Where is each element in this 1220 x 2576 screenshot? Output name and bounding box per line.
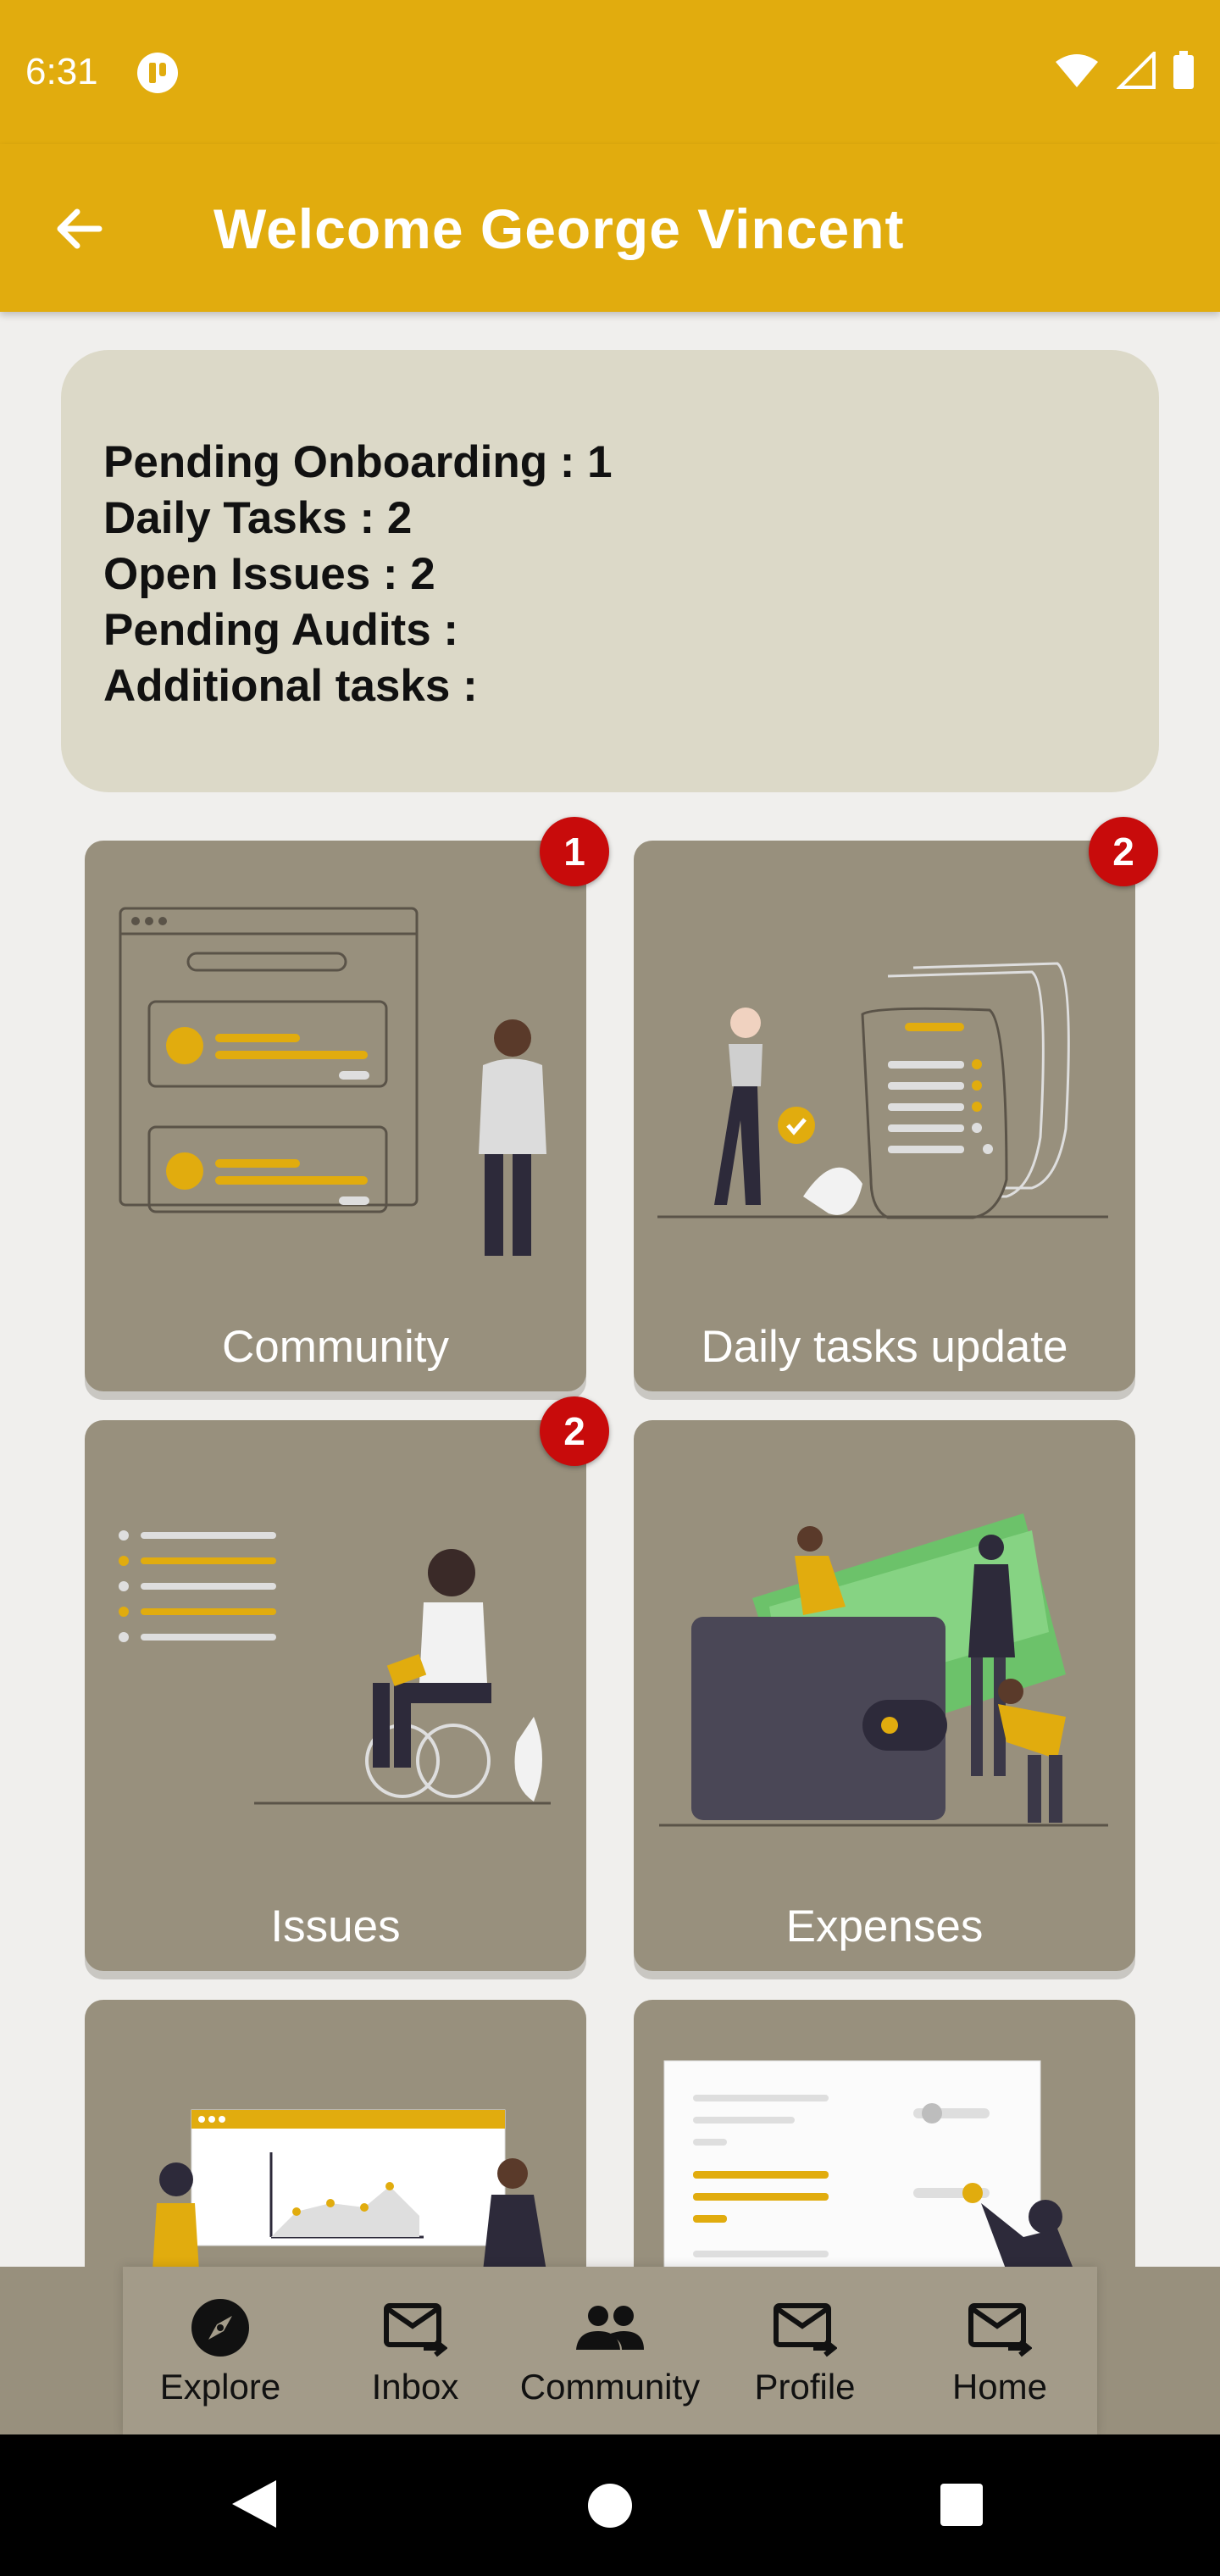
status-icons — [1054, 51, 1195, 90]
expenses-illustration — [659, 1513, 1108, 1827]
summary-open-issues: Open Issues : 2 — [103, 549, 435, 599]
summary-pending-audits: Pending Audits : — [103, 605, 459, 655]
tile-label: Daily tasks update — [701, 1322, 1068, 1372]
notification-badge: 2 — [1089, 817, 1158, 886]
cell-signal-icon — [1117, 52, 1156, 89]
notification-badge: 1 — [540, 817, 609, 886]
nav-label: Home — [951, 2367, 1048, 2407]
form-settings-illustration — [663, 2060, 1074, 2271]
nav-label: Community — [519, 2367, 701, 2407]
system-back-icon[interactable] — [229, 2477, 280, 2531]
chart-presentation-illustration — [152, 2109, 546, 2271]
people-icon — [576, 2306, 644, 2350]
arrow-left-icon — [57, 208, 103, 249]
tile-daily-tasks[interactable]: Daily tasks update — [634, 841, 1135, 1391]
compass-icon — [191, 2299, 249, 2357]
app-notification-icon — [137, 53, 178, 93]
nav-item-inbox[interactable]: Inbox — [318, 2267, 513, 2434]
nav-item-home[interactable]: Home — [902, 2267, 1097, 2434]
battery-icon — [1173, 51, 1194, 89]
bottom-navigation-bar: Explore Inbox Community Profile Home — [123, 2267, 1097, 2434]
status-time: 6:31 — [25, 51, 98, 92]
issues-illustration — [119, 1530, 551, 1805]
page-title: Welcome George Vincent — [214, 197, 905, 260]
system-home-icon[interactable] — [586, 2482, 634, 2529]
summary-additional-tasks: Additional tasks : — [103, 661, 478, 711]
summary-card: Pending Onboarding : 1 Daily Tasks : 2 O… — [61, 350, 1159, 792]
nav-item-explore[interactable]: Explore — [123, 2267, 318, 2434]
tile-label: Issues — [270, 1901, 401, 1951]
back-button[interactable] — [47, 195, 114, 263]
app-bar: Welcome George Vincent — [0, 144, 1220, 312]
nav-label: Explore — [159, 2367, 281, 2407]
tile-expenses[interactable]: Expenses — [634, 1420, 1135, 1971]
system-recents-icon[interactable] — [939, 2482, 984, 2528]
status-bar: 6:31 — [0, 0, 1220, 144]
nav-label: Inbox — [371, 2367, 459, 2407]
tile-issues[interactable]: Issues — [85, 1420, 586, 1971]
system-navigation-bar — [0, 2434, 1220, 2576]
notification-badge: 2 — [540, 1396, 609, 1466]
mail-forward-icon — [774, 2303, 837, 2357]
mail-forward-icon — [384, 2303, 447, 2357]
summary-pending-onboarding: Pending Onboarding : 1 — [103, 437, 613, 487]
community-illustration — [119, 907, 546, 1256]
daily-tasks-illustration — [657, 962, 1108, 1219]
tile-label: Community — [221, 1322, 449, 1372]
summary-daily-tasks: Daily Tasks : 2 — [103, 493, 413, 543]
nav-item-community[interactable]: Community — [513, 2267, 707, 2434]
bottom-navigation: Explore Inbox Community Profile Home — [0, 2267, 1220, 2434]
wifi-icon — [1056, 54, 1098, 87]
tile-label: Expenses — [785, 1901, 984, 1951]
nav-label: Profile — [754, 2367, 856, 2407]
tile-community[interactable]: Community — [85, 841, 586, 1391]
nav-item-profile[interactable]: Profile — [707, 2267, 902, 2434]
mail-forward-icon — [968, 2303, 1032, 2357]
